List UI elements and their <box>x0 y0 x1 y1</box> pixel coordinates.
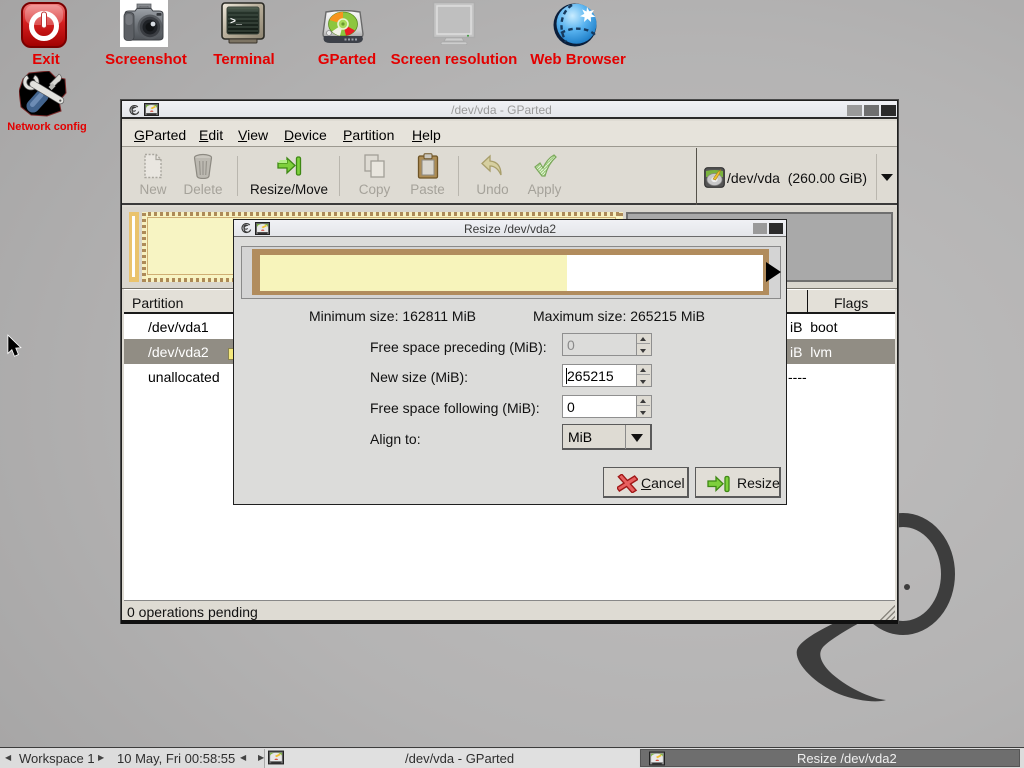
svg-text:>_: >_ <box>230 17 243 28</box>
